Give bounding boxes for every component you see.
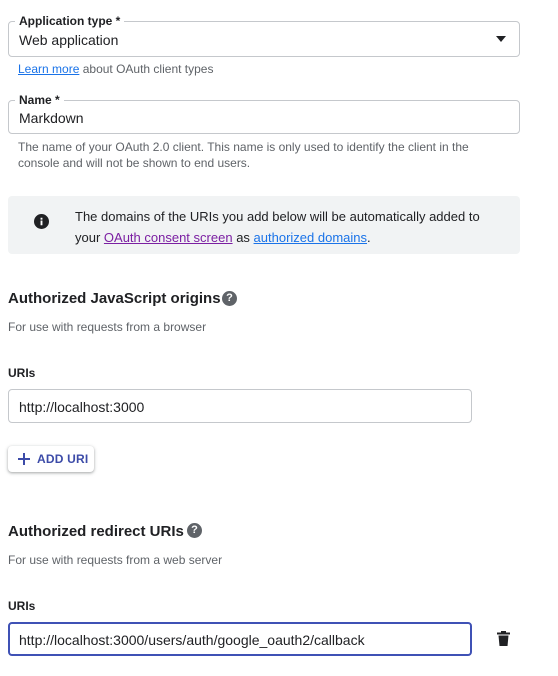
help-icon[interactable]: ?	[222, 291, 237, 306]
redirect-uri-value: http://localhost:3000/users/auth/google_…	[19, 632, 365, 648]
info-text-period: .	[367, 230, 371, 245]
js-origin-uri-input[interactable]: http://localhost:3000	[8, 389, 472, 423]
redirect-uris-subtitle: For use with requests from a web server	[8, 553, 223, 567]
info-icon	[34, 214, 49, 229]
name-label: Name *	[15, 93, 64, 107]
application-type-select[interactable]: Application type * Web application	[8, 14, 520, 57]
js-origin-uri-value: http://localhost:3000	[19, 399, 145, 415]
name-help-line-2: console and will not be shown to end use…	[18, 156, 251, 170]
name-help-line-1: The name of your OAuth 2.0 client. This …	[18, 140, 469, 154]
learn-more-link[interactable]: Learn more	[18, 62, 79, 76]
authorized-domains-link[interactable]: authorized domains	[254, 230, 367, 245]
name-field[interactable]: Name * Markdown	[8, 93, 520, 134]
application-type-value: Web application	[19, 32, 119, 48]
app-type-help-text: about OAuth client types	[82, 62, 214, 76]
oauth-consent-screen-link[interactable]: OAuth consent screen	[104, 230, 233, 245]
info-banner: The domains of the URIs you add below wi…	[8, 196, 520, 254]
redirect-uris-label: URIs	[8, 599, 36, 613]
application-type-label: Application type *	[15, 14, 125, 28]
trash-icon[interactable]	[497, 631, 510, 646]
app-type-help: Learn more about OAuth client types	[18, 61, 213, 77]
name-value: Markdown	[19, 110, 84, 126]
redirect-uri-input[interactable]: http://localhost:3000/users/auth/google_…	[8, 622, 472, 656]
add-uri-label: ADD URI	[37, 452, 89, 466]
help-icon[interactable]: ?	[187, 523, 202, 538]
js-origins-subtitle: For use with requests from a browser	[8, 320, 207, 334]
info-text-line-2: your OAuth consent screen as authorized …	[75, 227, 515, 248]
add-uri-button[interactable]: ADD URI	[8, 446, 94, 472]
redirect-uris-title: Authorized redirect URIs	[8, 523, 184, 540]
plus-icon	[18, 453, 30, 465]
info-text-as: as	[236, 230, 250, 245]
js-origins-title: Authorized JavaScript origins	[8, 290, 221, 307]
js-origins-uris-label: URIs	[8, 366, 36, 380]
info-text-line-1: The domains of the URIs you add below wi…	[75, 209, 480, 224]
info-text-your: your	[75, 230, 101, 245]
info-text: The domains of the URIs you add below wi…	[75, 206, 515, 248]
dropdown-arrow-icon	[496, 36, 506, 42]
